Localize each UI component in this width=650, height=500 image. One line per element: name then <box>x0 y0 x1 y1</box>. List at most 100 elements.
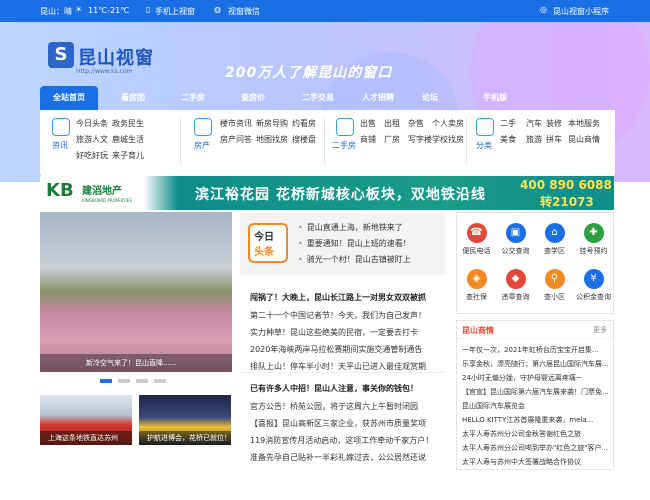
headline-link[interactable]: 骑光一个村！昆山古镇被盯上 <box>298 254 411 265</box>
biz-link[interactable]: 【官宣】昆山国际第六届汽车展来袭！门票免... <box>462 387 610 397</box>
biz-link[interactable]: 太平人寿苏州分公司喝到举办"红色之旅"客户... <box>462 443 610 453</box>
subnav-link[interactable]: 好吃好玩 <box>76 150 108 161</box>
news-link[interactable]: 【喜报】昆山高新区三家企业，获苏州市质量奖项 <box>250 418 426 429</box>
nav-home[interactable]: 全站首页 <box>40 86 98 110</box>
second-hand-house-icon <box>336 118 354 136</box>
subnav-link[interactable]: 房产问答 <box>220 134 252 145</box>
service-social-security[interactable]: ◈ 查社保 <box>457 269 496 302</box>
subnav-group-label[interactable]: 二手房 <box>332 140 356 151</box>
slider-dot[interactable] <box>100 379 112 383</box>
slider-caption: 新冷空气来了！昆山直降...... <box>40 354 232 372</box>
subnav-link[interactable]: 旅游 <box>526 134 542 145</box>
news-link[interactable]: 119消防宣传月活动启动，这项工作牵动千家万户！ <box>250 435 433 446</box>
subnav-link[interactable]: 美食 <box>500 134 516 145</box>
service-community[interactable]: ⚲ 查小区 <box>535 269 574 302</box>
subnav-link[interactable]: 杂售 <box>408 118 424 129</box>
news-headline[interactable]: 闯祸了！大晚上，昆山长江路上一对男女双双被抓 <box>250 292 426 303</box>
subnav-link[interactable]: 约看房 <box>292 118 316 129</box>
subnav-link[interactable]: 政务民生 <box>112 118 144 129</box>
thumb-caption: 护航进博会，花桥已就位！ <box>139 431 231 445</box>
subnav-link[interactable]: 楼市资讯 <box>220 118 252 129</box>
news-link[interactable]: 官方公告！桥苑公园，将于这周六上午暂时闭园 <box>250 401 418 412</box>
subnav-link[interactable]: 写字楼 <box>408 134 432 145</box>
badge-bottom: 头条 <box>254 247 274 258</box>
news-link[interactable]: 准备先孕自己贴补一半彩礼嫁过去，公公居然还说 <box>250 452 426 463</box>
miniprogram-link[interactable]: 昆山视窗小程序 <box>553 6 609 17</box>
news-link[interactable]: 第二十一个中国记者节！今天，我们为自己发声！ <box>250 310 426 321</box>
logo-s-icon: S <box>48 42 74 68</box>
subnav-link[interactable]: 鹿城生活 <box>112 134 144 145</box>
banner-company-en: KINGBOARD PROPERTIES <box>82 198 132 203</box>
slider-dot[interactable] <box>118 379 130 383</box>
service-hospital[interactable]: ✚ 挂号预约 <box>574 223 613 256</box>
school-icon: ⌂ <box>544 223 565 243</box>
sub-nav: 资讯 今日头条 政务民生 旅游人文 鹿城生活 好吃好玩 来子育儿 房产 楼市资讯… <box>40 110 615 178</box>
subnav-group-label[interactable]: 分类 <box>476 140 492 151</box>
subnav-link[interactable]: 汽车 <box>526 118 542 129</box>
mobile-link[interactable]: 手机上视窗 <box>155 6 195 17</box>
biz-link[interactable]: 乐享金秋，漂亮随行；第六届昆山国际汽车展... <box>462 359 610 369</box>
subnav-link[interactable]: 搜楼盘 <box>292 134 316 145</box>
slider-dot[interactable] <box>136 379 148 383</box>
nav-mobile[interactable]: 手机版 <box>470 86 520 110</box>
nav-forum[interactable]: 论坛 <box>410 86 450 110</box>
subnav-link[interactable]: 装修 <box>546 118 562 129</box>
biz-more-link[interactable]: 更多 <box>593 325 607 335</box>
subnav-link[interactable]: 本地服务 <box>568 118 600 129</box>
service-school[interactable]: ⌂ 查学区 <box>535 223 574 256</box>
ad-banner[interactable]: KB 建滔地产 KINGBOARD PROPERTIES 滨江裕花园 花桥新城核… <box>40 176 614 210</box>
biz-link[interactable]: 太平人寿苏州分公司金秋答谢红色之旅 <box>462 429 610 439</box>
nav-house-price[interactable]: 查房价 <box>228 86 278 110</box>
nav-trade[interactable]: 二手交易 <box>288 86 348 110</box>
thumb-expo[interactable]: 护航进博会，花桥已就位！ <box>139 395 231 445</box>
subnav-link[interactable]: 今日头条 <box>76 118 108 129</box>
subnav-link[interactable]: 新房导购 <box>256 118 288 129</box>
news-link[interactable]: 排队上山！停车半小时！天平山已进入最佳观赏期 <box>250 361 426 372</box>
services-panel: ☎ 便民电话 ▣ 公交查询 ⌂ 查学区 ✚ 挂号预约 ◈ 查社保 ◆ 违章查询 … <box>456 212 614 314</box>
top-bar: 昆山：晴 ☀ 11℃-21℃ ▯ 手机上视窗 ◍ 视窗微信 ◎ 昆山视窗小程序 <box>0 0 650 22</box>
site-logo[interactable]: S 昆山视窗 Http://www.ks.com <box>48 42 158 78</box>
divider <box>180 118 181 166</box>
phone-icon: ☎ <box>466 223 487 243</box>
biz-link[interactable]: 太平人寿与苏州中大签署战略合作协议 <box>462 457 610 467</box>
subnav-link[interactable]: 地图找房 <box>256 134 288 145</box>
biz-link[interactable]: 一年仅一次，2021年虹桥台历宝宝开启集... <box>462 345 610 355</box>
headline-link[interactable]: 重要通知！昆山上班的速看！ <box>298 238 411 249</box>
subnav-link[interactable]: 拼车 <box>546 134 562 145</box>
slider-dot[interactable] <box>154 379 166 383</box>
nav-house-tour[interactable]: 看房团 <box>108 86 158 110</box>
subnav-link[interactable]: 商铺 <box>360 134 376 145</box>
nav-jobs[interactable]: 人才招聘 <box>348 86 408 110</box>
biz-link[interactable]: 24小时无偏分娩，守护母婴远离疼痛~ <box>462 373 610 383</box>
subnav-link[interactable]: 出租 <box>384 118 400 129</box>
biz-panel: 昆山商情 更多 一年仅一次，2021年虹桥台历宝宝开启集... 乐享金秋，漂亮随… <box>456 320 614 470</box>
banner-phone-ext: 转21073 <box>540 195 594 209</box>
service-fund[interactable]: ¥ 公积金查询 <box>574 269 613 302</box>
headline-link[interactable]: 昆山直通上海，新地铁来了 <box>298 222 403 233</box>
subnav-link[interactable]: 旅游人文 <box>76 134 108 145</box>
news-link[interactable]: 实力种草！昆山这些绝美的民宿，一定要去打卡 <box>250 327 418 338</box>
service-violation[interactable]: ◆ 违章查询 <box>496 269 535 302</box>
news-headline[interactable]: 已有许多人中招！昆山人注意，事关你的钱包！ <box>250 383 418 394</box>
nav-second-hand-house[interactable]: 二手房 <box>168 86 218 110</box>
thumb-metro[interactable]: 上海这条地铁直达苏州 <box>40 395 132 445</box>
subnav-link[interactable]: 个人卖房 <box>432 118 464 129</box>
service-phone[interactable]: ☎ 便民电话 <box>457 223 496 256</box>
subnav-link[interactable]: 二手 <box>500 118 516 129</box>
subnav-link[interactable]: 厂房 <box>384 134 400 145</box>
subnav-group-label[interactable]: 资讯 <box>52 140 68 151</box>
subnav-link[interactable]: 来子育儿 <box>112 150 144 161</box>
slider-photo[interactable]: 新冷空气来了！昆山直降...... <box>40 212 232 372</box>
mobile-icon: ▯ <box>146 5 151 14</box>
divider <box>324 118 325 166</box>
biz-header: 昆山商情 更多 <box>457 321 613 339</box>
news-link[interactable]: 2020年海峡两岸马拉松赛期间实施交通管制通告 <box>250 344 422 355</box>
biz-link[interactable]: 昆山国际汽车展览会 <box>462 401 610 411</box>
wechat-link[interactable]: 视窗微信 <box>228 6 260 17</box>
subnav-group-label[interactable]: 房产 <box>194 140 210 151</box>
subnav-link[interactable]: 学校找房 <box>432 134 464 145</box>
subnav-link[interactable]: 出售 <box>360 118 376 129</box>
service-bus[interactable]: ▣ 公交查询 <box>496 223 535 256</box>
biz-link[interactable]: HELLO KITTY江苏首展隆重来袭，mela... <box>462 415 610 425</box>
subnav-link[interactable]: 昆山商情 <box>568 134 600 145</box>
